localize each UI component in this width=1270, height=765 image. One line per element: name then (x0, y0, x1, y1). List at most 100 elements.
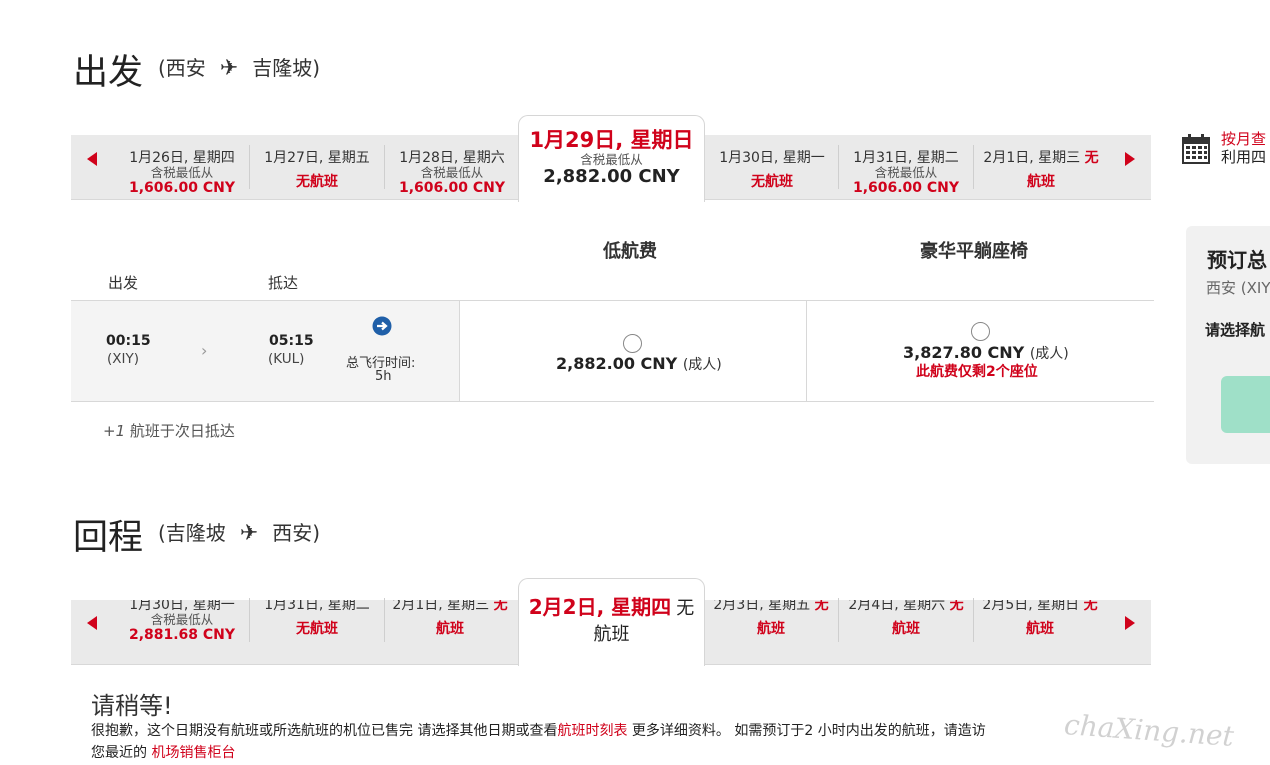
arrive-col-label: 抵达 (268, 274, 299, 292)
fare-radio-low[interactable] (623, 334, 642, 353)
date-cell[interactable]: 1月30日, 星期一 无航班 (706, 135, 838, 199)
date-text: 2月2日, 星期四 (528, 595, 672, 619)
date-cell[interactable]: 2月3日, 星期五 无 航班 (704, 600, 838, 664)
notice-text: 您最近的 (91, 745, 147, 761)
next-day-note: +1 航班于次日抵达 (103, 420, 235, 441)
summary-route: 西安 (XIY (1206, 279, 1270, 297)
no-flight-label: 航班 (593, 624, 630, 645)
date-text: 2月5日, 星期日 (982, 600, 1080, 613)
divider (249, 598, 250, 642)
notice-title: 请稍等! (91, 692, 173, 720)
no-flight-label: 无航班 (296, 174, 338, 190)
date-cell[interactable]: 2月1日, 星期三 无 航班 (384, 600, 516, 664)
date-cell[interactable]: 1月26日, 星期四 含税最低从 1,606.00 CNY (116, 135, 248, 199)
date-cell[interactable]: 1月30日, 星期一 含税最低从 2,881.68 CNY (116, 600, 248, 664)
fare-low-price: 2,882.00 CNY (成人) (556, 354, 722, 374)
return-title: 回程 (73, 518, 144, 558)
date-label: 2月3日, 星期五 无 (704, 600, 838, 614)
no-flight-label: 航班 (1027, 174, 1055, 190)
route-origin: (吉隆坡 (158, 521, 226, 545)
route-destination: 西安) (272, 521, 321, 545)
next-arrow-icon[interactable] (1125, 152, 1135, 166)
arrive-time: 05:15 (269, 333, 314, 349)
column-divider (459, 301, 460, 401)
date-label: 1月27日, 星期五 (264, 150, 370, 166)
lowest-price: 1,606.00 CNY (398, 180, 506, 196)
no-flight-label: 航班 (757, 621, 785, 637)
no-flight-prefix: 无 (493, 600, 508, 613)
next-arrow-icon[interactable] (1125, 616, 1135, 630)
no-flight-prefix: 无 (1083, 600, 1098, 613)
date-text: 2月1日, 星期三 (983, 150, 1081, 166)
return-route: (吉隆坡 ✈ 西安) (158, 517, 320, 546)
next-day-text: 航班于次日抵达 (129, 422, 235, 440)
divider (973, 145, 974, 189)
plane-icon: ✈ (219, 56, 239, 81)
date-cell[interactable]: 2月4日, 星期六 无 航班 (839, 600, 973, 664)
flight-details-icon[interactable] (372, 316, 392, 340)
selected-date-label: 1月29日, 星期日 (529, 128, 694, 152)
selected-date-cell[interactable]: 1月29日, 星期日 含税最低从 2,882.00 CNY (518, 115, 705, 202)
date-label: 2月5日, 星期日 无 (973, 600, 1107, 614)
price-caption: 含税最低从 (150, 612, 214, 627)
price-caption: 含税最低从 (150, 165, 214, 180)
date-label: 1月30日, 星期一 (719, 150, 825, 166)
arrive-airport: (KUL) (268, 351, 305, 367)
no-flight-prefix: 无 (676, 598, 695, 619)
no-flight-label: 航班 (436, 621, 464, 637)
plane-icon: ✈ (239, 521, 259, 546)
outbound-route: (西安 ✈ 吉隆坡) (158, 52, 320, 81)
no-flight-label: 无航班 (296, 621, 338, 637)
lowest-price: 2,881.68 CNY (128, 627, 236, 643)
prev-arrow-icon[interactable] (87, 616, 97, 630)
airport-counter-link[interactable]: 机场销售柜台 (151, 745, 235, 761)
date-text: 2月1日, 星期三 (392, 600, 490, 613)
date-text: 2月4日, 星期六 (848, 600, 946, 613)
calendar-icon[interactable] (1182, 134, 1210, 168)
date-cell[interactable]: 1月31日, 星期二 含税最低从 1,606.00 CNY (840, 135, 972, 199)
fare-radio-premium[interactable] (971, 322, 990, 341)
lowest-price: 1,606.00 CNY (852, 180, 960, 196)
date-label: 2月1日, 星期三 无 (975, 147, 1107, 167)
fare-premium-price: 3,827.80 CNY (成人) (903, 343, 1069, 363)
price-value: 2,882.00 CNY (556, 354, 678, 373)
prev-arrow-icon[interactable] (87, 152, 97, 166)
next-day-mark: +1 (103, 422, 126, 440)
price-caption: 含税最低从 (874, 165, 938, 180)
duration-value: 5h (375, 369, 392, 384)
table-bottom-border (71, 401, 1154, 402)
calendar-sub: 利用四 (1221, 148, 1267, 166)
booking-summary-panel: 预订总 西安 (XIY 请选择航 (1186, 226, 1270, 464)
lowest-price: 1,606.00 CNY (128, 180, 236, 196)
flight-row[interactable]: 00:15 (XIY) › 05:15 (KUL) 总飞行时间: 5h (71, 301, 459, 401)
chevron-right-icon: › (201, 341, 208, 360)
date-text: 2月3日, 星期五 (713, 600, 811, 613)
passenger-type: (成人) (1029, 346, 1069, 362)
no-flight-label: 航班 (1026, 621, 1054, 637)
date-cell[interactable]: 2月1日, 星期三 无 航班 (975, 135, 1107, 199)
price-caption: 含税最低从 (420, 165, 484, 180)
notice-body: 很抱歉，这个日期没有航班或所选航班的机位已售完 请选择其他日期或查看航班时刻表 … (91, 720, 1151, 764)
seats-left-warning: 此航费仅剩2个座位 (916, 364, 1038, 380)
date-label: 1月26日, 星期四 (129, 150, 235, 166)
continue-button[interactable] (1221, 376, 1270, 433)
timetable-link[interactable]: 航班时刻表 (557, 723, 627, 739)
date-cell[interactable]: 2月5日, 星期日 无 航班 (973, 600, 1107, 664)
date-label: 1月31日, 星期二 (853, 150, 959, 166)
date-cell[interactable]: 1月28日, 星期六 含税最低从 1,606.00 CNY (386, 135, 518, 199)
date-label: 1月31日, 星期二 (264, 600, 370, 613)
date-label: 2月4日, 星期六 无 (839, 600, 973, 614)
divider (384, 145, 385, 189)
outbound-title: 出发 (73, 53, 144, 93)
fare-header-low: 低航费 (603, 241, 657, 262)
date-cell[interactable]: 1月27日, 星期五 无航班 (251, 135, 383, 199)
price-value: 3,827.80 CNY (903, 343, 1025, 362)
summary-prompt: 请选择航 (1205, 321, 1266, 339)
column-divider (806, 301, 807, 401)
depart-airport: (XIY) (107, 351, 140, 367)
selected-date-cell[interactable]: 2月2日, 星期四 无 航班 (518, 578, 705, 666)
summary-title: 预订总 (1207, 248, 1267, 272)
route-destination: 吉隆坡) (252, 56, 321, 80)
depart-col-label: 出发 (108, 274, 139, 292)
date-cell[interactable]: 1月31日, 星期二 无航班 (251, 600, 383, 664)
